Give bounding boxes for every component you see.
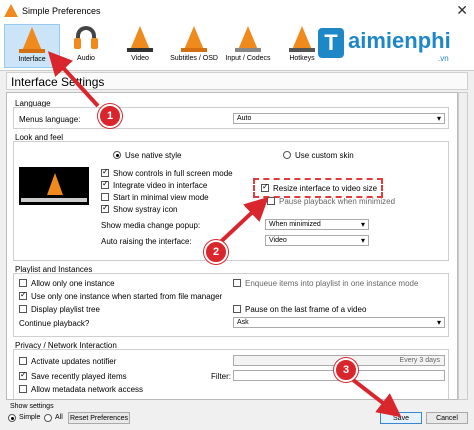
arrow-step-1 (47, 51, 100, 108)
annotation-arrows (47, 51, 402, 418)
step-1-badge: 1 (98, 104, 122, 128)
arrow-step-3 (346, 374, 402, 418)
step-2-badge: 2 (204, 240, 228, 264)
step-3-badge: 3 (334, 358, 358, 382)
